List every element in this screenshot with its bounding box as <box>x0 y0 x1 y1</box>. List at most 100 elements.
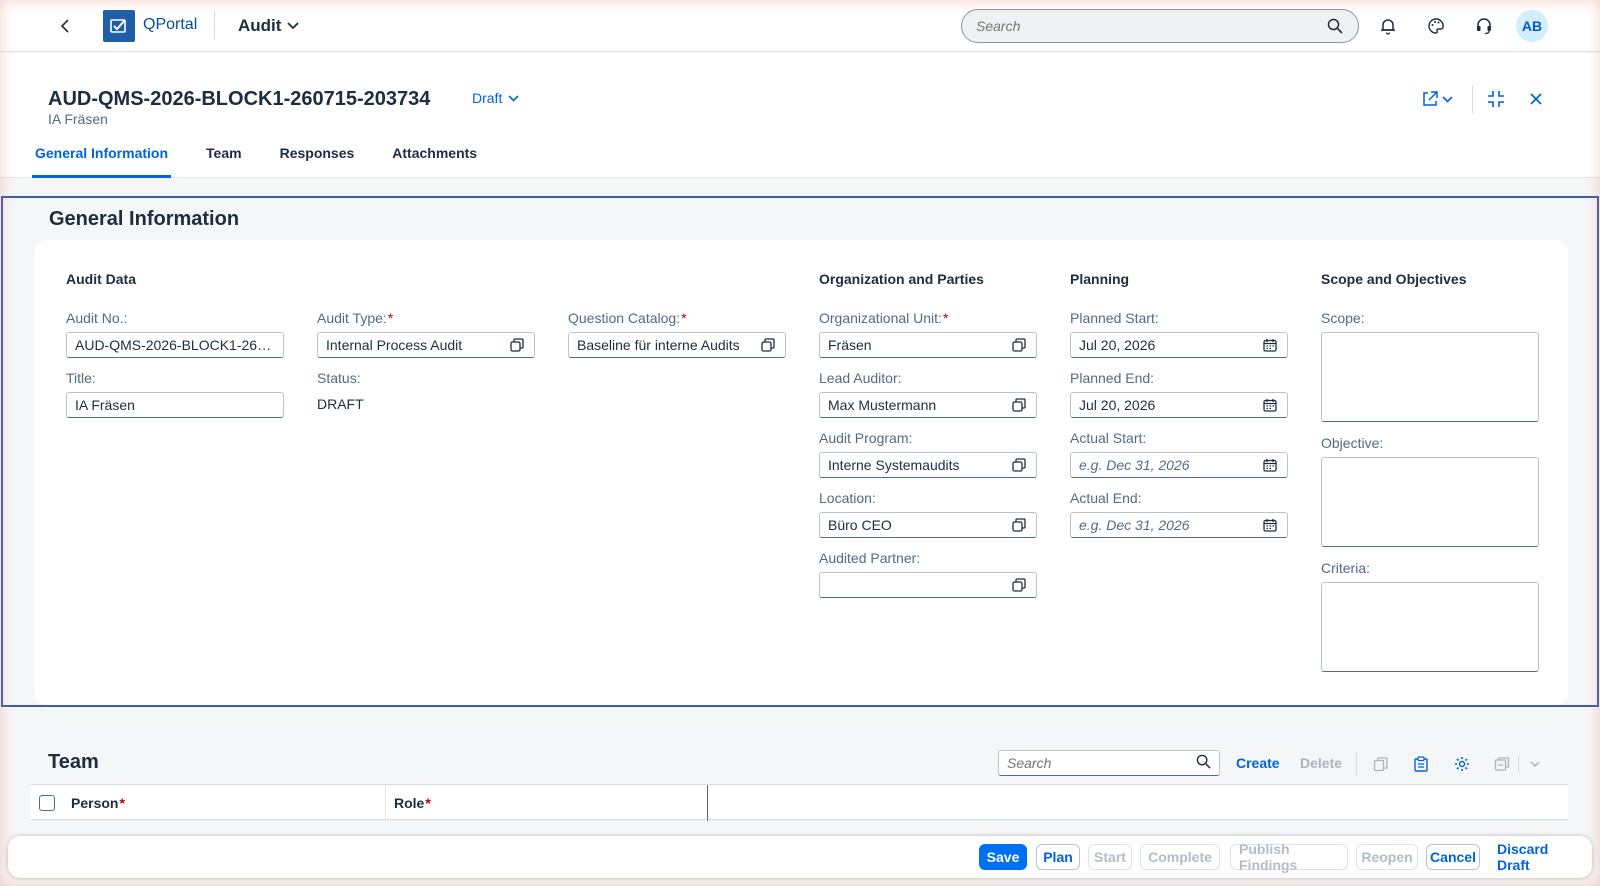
shell-search-input[interactable] <box>976 18 1326 34</box>
group-title-planning: Planning <box>1070 271 1130 287</box>
question-catalog-value: Baseline für interne Audits <box>577 337 740 353</box>
value-help-icon[interactable] <box>1010 516 1028 534</box>
value-help-icon[interactable] <box>1010 336 1028 354</box>
select-all-checkbox[interactable] <box>39 795 55 811</box>
team-search[interactable] <box>998 750 1220 776</box>
tab-general-information[interactable]: General Information <box>32 145 172 178</box>
save-button[interactable]: Save <box>979 844 1027 870</box>
shell-separator <box>214 12 215 40</box>
discard-draft-button[interactable]: Discard Draft <box>1488 841 1582 873</box>
paste-button[interactable] <box>1410 753 1432 775</box>
reopen-button[interactable]: Reopen <box>1356 844 1418 870</box>
title-field[interactable]: IA Fräsen <box>66 392 284 418</box>
tab-attachments[interactable]: Attachments <box>389 145 480 178</box>
value-help-icon[interactable] <box>1010 576 1028 594</box>
table-settings-button[interactable] <box>1451 753 1473 775</box>
actual-start-field[interactable]: e.g. Dec 31, 2026 <box>1070 452 1288 478</box>
copy-icon <box>1373 757 1388 772</box>
header-separator <box>1472 85 1473 113</box>
audit-no-value: AUD-QMS-2026-BLOCK1-260715-203734 <box>75 337 275 353</box>
lead-auditor-label: Lead Auditor: <box>819 370 902 386</box>
actual-end-field[interactable]: e.g. Dec 31, 2026 <box>1070 512 1288 538</box>
bell-icon <box>1381 19 1395 35</box>
search-icon[interactable] <box>1196 754 1211 772</box>
delete-button[interactable]: Delete <box>1300 755 1342 771</box>
audit-program-field[interactable]: Interne Systemaudits <box>819 452 1037 478</box>
share-menu-button[interactable] <box>1438 87 1456 111</box>
audited-partner-field[interactable] <box>819 572 1037 598</box>
title-label: Title: <box>66 370 96 386</box>
location-label: Location: <box>819 490 876 506</box>
copy-button[interactable] <box>1370 753 1392 775</box>
column-header-person[interactable]: Person * <box>71 785 125 821</box>
shell-search[interactable] <box>961 9 1359 43</box>
theme-button[interactable] <box>1424 14 1448 38</box>
objective-textarea[interactable] <box>1321 457 1539 547</box>
product-switcher[interactable]: Audit <box>238 16 300 36</box>
value-help-icon[interactable] <box>1010 396 1028 414</box>
scope-label: Scope: <box>1321 310 1365 326</box>
team-search-input[interactable] <box>1007 755 1196 771</box>
publish-findings-button[interactable]: Publish Findings <box>1230 841 1348 873</box>
cancel-button[interactable]: Cancel <box>1426 844 1480 870</box>
chevron-left-icon <box>60 19 69 33</box>
location-field[interactable]: Büro CEO <box>819 512 1037 538</box>
audit-type-label: Audit Type:* <box>317 310 394 326</box>
chevron-down-icon <box>508 94 519 102</box>
calendar-icon[interactable] <box>1261 456 1279 474</box>
question-catalog-field[interactable]: Baseline für interne Audits <box>568 332 786 358</box>
tab-team[interactable]: Team <box>203 145 245 178</box>
exit-fullscreen-button[interactable] <box>1484 87 1508 111</box>
planned-start-field[interactable]: Jul 20, 2026 <box>1070 332 1288 358</box>
value-help-icon[interactable] <box>759 336 777 354</box>
calendar-icon[interactable] <box>1261 336 1279 354</box>
org-unit-field[interactable]: Fräsen <box>819 332 1037 358</box>
tab-responses[interactable]: Responses <box>277 145 358 178</box>
value-help-icon[interactable] <box>1010 456 1028 474</box>
create-button[interactable]: Create <box>1236 755 1280 771</box>
plan-button[interactable]: Plan <box>1036 844 1080 870</box>
audit-no-field[interactable]: AUD-QMS-2026-BLOCK1-260715-203734 <box>66 332 284 358</box>
close-button[interactable] <box>1524 87 1548 111</box>
start-button[interactable]: Start <box>1088 844 1132 870</box>
planned-end-value: Jul 20, 2026 <box>1079 397 1156 413</box>
palette-icon <box>1428 18 1444 34</box>
general-information-card: Audit Data Audit No.: AUD-QMS-2026-BLOCK… <box>34 240 1568 705</box>
share-icon <box>1423 91 1438 106</box>
column-header-role[interactable]: Role * <box>394 785 431 821</box>
criteria-label: Criteria: <box>1321 560 1371 576</box>
notifications-button[interactable] <box>1376 14 1400 38</box>
objective-label: Objective: <box>1321 435 1384 451</box>
toolbar-separator <box>1356 752 1357 776</box>
export-menu-button[interactable] <box>1524 753 1546 775</box>
scope-textarea[interactable] <box>1321 332 1539 422</box>
group-title-scope: Scope and Objectives <box>1321 271 1467 287</box>
criteria-textarea[interactable] <box>1321 582 1539 672</box>
audit-type-field[interactable]: Internal Process Audit <box>317 332 535 358</box>
app-logo[interactable] <box>103 10 135 42</box>
lead-auditor-field[interactable]: Max Mustermann <box>819 392 1037 418</box>
group-title-organization: Organization and Parties <box>819 271 984 287</box>
audit-program-value: Interne Systemaudits <box>828 457 960 473</box>
select-all-cell <box>39 785 59 821</box>
actual-end-label: Actual End: <box>1070 490 1142 506</box>
planned-end-field[interactable]: Jul 20, 2026 <box>1070 392 1288 418</box>
general-information-section: General Information Audit Data Audit No.… <box>1 196 1599 707</box>
object-header: AUD-QMS-2026-BLOCK1-260715-203734 IA Frä… <box>0 53 1600 178</box>
export-button[interactable] <box>1491 753 1513 775</box>
calendar-icon[interactable] <box>1261 396 1279 414</box>
back-button[interactable] <box>54 14 78 38</box>
value-help-icon[interactable] <box>508 336 526 354</box>
question-catalog-label: Question Catalog:* <box>568 310 687 326</box>
draft-status-switcher[interactable]: Draft <box>472 90 519 106</box>
footer-toolbar: Save Plan Start Complete Publish Finding… <box>8 836 1592 878</box>
brand-name[interactable]: QPortal <box>143 16 197 34</box>
user-avatar[interactable]: AB <box>1516 10 1548 42</box>
actual-end-placeholder: e.g. Dec 31, 2026 <box>1079 517 1190 533</box>
search-icon[interactable] <box>1325 16 1344 36</box>
headset-icon <box>1477 18 1491 35</box>
page-title: AUD-QMS-2026-BLOCK1-260715-203734 <box>48 88 431 110</box>
support-button[interactable] <box>1472 14 1496 38</box>
calendar-icon[interactable] <box>1261 516 1279 534</box>
complete-button[interactable]: Complete <box>1140 844 1220 870</box>
